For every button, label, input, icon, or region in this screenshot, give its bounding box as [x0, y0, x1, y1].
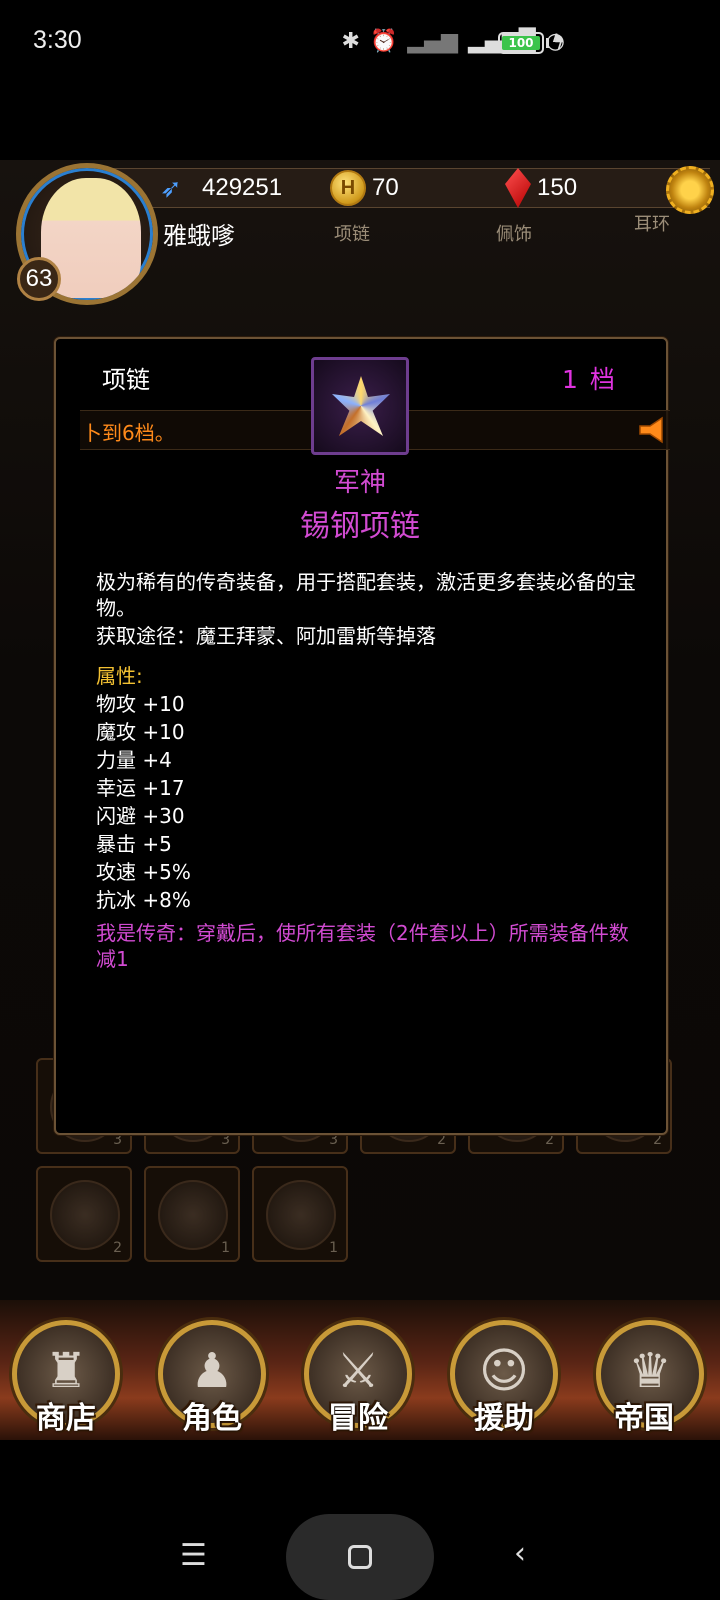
- charging-icon: ϟ: [551, 30, 565, 54]
- status-time: 3:30: [33, 26, 82, 54]
- inventory-slot[interactable]: 1: [252, 1166, 348, 1262]
- home-button[interactable]: [286, 1514, 434, 1600]
- hero-portrait: [50, 1180, 120, 1250]
- settings-gear-icon[interactable]: [666, 166, 714, 214]
- castle-icon: ♜: [44, 1343, 88, 1399]
- crossed-swords-icon: ⚔: [336, 1343, 380, 1399]
- inventory-slot[interactable]: 2: [36, 1166, 132, 1262]
- nav-adventure-label: 冒险: [328, 1401, 388, 1436]
- nav-empire-label: 帝国: [614, 1401, 674, 1436]
- item-prefix: 军神: [333, 468, 386, 498]
- battery-tip: [546, 38, 549, 48]
- alarm-icon: ⏰: [369, 28, 398, 54]
- legendary-effect: 我是传奇：穿戴后，使所有套装（2件套以上）所需装备件数减1: [96, 921, 629, 971]
- gem-value: 150: [537, 174, 578, 201]
- pendant-slot-label: 佩饰: [496, 224, 532, 245]
- gold-display[interactable]: H 70: [330, 166, 399, 210]
- slot-count: 2: [113, 1240, 122, 1256]
- slot-count: 1: [221, 1240, 230, 1256]
- attribute-line: 攻速 +5%: [96, 860, 191, 884]
- item-description: 极为稀有的传奇装备，用于搭配套装，激活更多套装必备的宝物。: [96, 570, 636, 620]
- player-level-badge: 63: [17, 257, 61, 301]
- signal-icon: ▂▄▆: [407, 28, 459, 54]
- player-name: 雅蛾嗲: [163, 222, 235, 250]
- attribute-line: 力量 +4: [96, 748, 172, 772]
- status-bar: 3:30 ✱ ⏰ ▂▄▆ ▂▄▆█ ◔ 100 ϟ: [0, 0, 720, 84]
- power-display: ➶ 429251: [160, 166, 282, 210]
- battery-icon: 100: [498, 32, 544, 54]
- attribute-line: 幸运 +17: [96, 776, 185, 800]
- hooded-figure-icon: ♟: [190, 1343, 234, 1399]
- earring-slot-label: 耳环: [634, 214, 670, 235]
- item-tier: 1 档: [562, 365, 617, 394]
- item-icon-frame: [311, 357, 409, 455]
- helper-portrait-icon: ☺: [478, 1343, 530, 1399]
- inventory-slot[interactable]: 1: [144, 1166, 240, 1262]
- gold-value: 70: [372, 174, 399, 201]
- attribute-line: 物攻 +10: [96, 692, 185, 716]
- red-gem-icon: [505, 168, 531, 208]
- attribute-line: 抗冰 +8%: [96, 888, 191, 912]
- gem-display[interactable]: 150: [505, 166, 577, 210]
- item-slot-type: 项链: [102, 366, 150, 394]
- announcement-text: 卜到6档。: [82, 421, 175, 445]
- crown-icon: ♛: [628, 1343, 672, 1399]
- item-source: 获取途径：魔王拜蒙、阿加雷斯等掉落: [96, 624, 436, 648]
- necklace-slot-label: 项链: [334, 224, 370, 245]
- feather-icon: ➶: [160, 173, 182, 203]
- gold-coin-icon: H: [330, 170, 366, 206]
- nav-shop-label: 商店: [36, 1401, 96, 1436]
- battery-level: 100: [502, 36, 540, 50]
- hero-portrait: [158, 1180, 228, 1250]
- nav-support-label: 援助: [474, 1401, 534, 1436]
- horn-icon[interactable]: [636, 414, 668, 446]
- attributes-title: 属性:: [96, 664, 143, 688]
- item-name: 锡钢项链: [300, 509, 420, 544]
- attribute-line: 闪避 +30: [96, 804, 185, 828]
- necklace-gem-icon: [332, 376, 390, 436]
- attribute-line: 暴击 +5: [96, 832, 172, 856]
- menu-icon[interactable]: ☰: [180, 1538, 207, 1573]
- power-value: 429251: [202, 174, 283, 201]
- hero-portrait: [266, 1180, 336, 1250]
- attribute-line: 魔攻 +10: [96, 720, 185, 744]
- nav-character-label: 角色: [182, 1401, 242, 1436]
- bluetooth-icon: ✱: [341, 28, 360, 54]
- slot-count: 1: [329, 1240, 338, 1256]
- home-square-icon: [348, 1545, 372, 1569]
- back-icon[interactable]: ‹: [514, 1536, 526, 1571]
